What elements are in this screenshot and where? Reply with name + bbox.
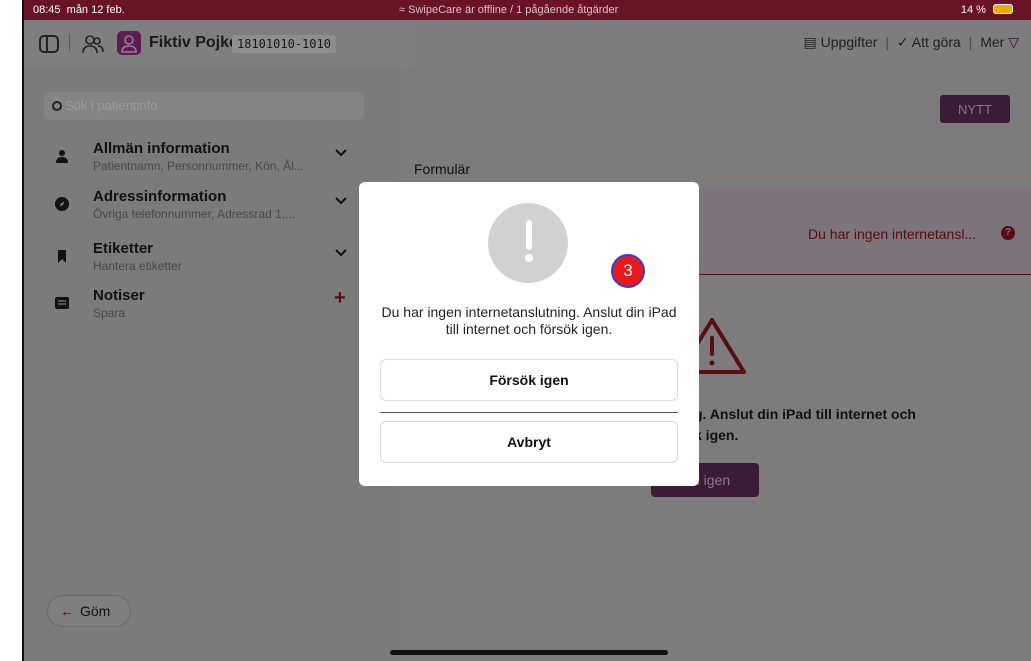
sidebar-item-subtitle: Övriga telefonnummer, Adressrad 1,... — [93, 207, 296, 221]
sidebar-item-subtitle: Hantera etiketter — [93, 259, 182, 273]
sidebar-toggle-icon[interactable] — [38, 33, 60, 55]
search-placeholder: Sök i patientinfo — [65, 98, 158, 113]
app-window: 08:45 mån 12 feb. ≈ SwipeCare är offline… — [24, 0, 1031, 661]
compass-icon — [55, 197, 69, 211]
sidebar-item-address[interactable]: Adressinformation Övriga telefonnummer, … — [54, 188, 354, 232]
person-icon — [56, 150, 68, 163]
todo-button[interactable]: Att göra — [912, 34, 961, 50]
hide-sidebar-button[interactable]: ← Göm — [48, 596, 130, 626]
sidebar-item-title: Etiketter — [93, 240, 154, 257]
patient-name[interactable]: Fiktiv Pojke — [149, 34, 238, 52]
person-icon — [121, 35, 137, 53]
connection-status: SwipeCare är offline / 1 pågående åtgärd… — [408, 4, 619, 16]
add-icon[interactable]: + — [334, 287, 346, 310]
sidebar-item-title: Allmän information — [93, 140, 230, 157]
frame-edge — [0, 0, 24, 661]
sidebar-item-subtitle: Spara — [93, 306, 126, 320]
more-button[interactable]: Mer — [980, 34, 1004, 50]
header-patient-section: Fiktiv Pojke 18101010-1010 — [24, 20, 414, 68]
bookmark-icon — [58, 250, 66, 263]
status-bar: 08:45 mån 12 feb. ≈ SwipeCare är offline… — [24, 0, 1031, 20]
hide-label: Göm — [80, 603, 111, 619]
patients-icon[interactable] — [82, 33, 104, 55]
home-indicator — [390, 650, 668, 655]
notes-icon — [55, 297, 69, 309]
offline-dialog: 3 Du har ingen internetanslutning. Anslu… — [359, 182, 699, 486]
offline-message: g. Anslut din iPad till internet och k i… — [694, 406, 916, 443]
checkmark-circle-icon: ✓ — [896, 34, 909, 50]
question-icon: ? — [1001, 226, 1015, 240]
tasks-icon: ▤ — [803, 34, 817, 50]
arrow-left-icon: ← — [60, 603, 74, 619]
patient-sidebar: Sök i patientinfo Allmän information Pat… — [24, 68, 394, 661]
chevron-down-icon[interactable]: ▽ — [1008, 34, 1019, 50]
battery-level: 14 % — [960, 4, 986, 16]
patient-avatar[interactable] — [117, 31, 141, 55]
sidebar-item-title: Notiser — [93, 287, 145, 304]
sidebar-item-notes[interactable]: Notiser Spara + — [54, 287, 354, 331]
sidebar-item-title: Adressinformation — [93, 188, 227, 205]
app-header: Fiktiv Pojke 18101010-1010 ▤ Uppgifter |… — [24, 20, 1031, 68]
chevron-down-icon[interactable] — [334, 194, 348, 208]
section-title: Formulär — [414, 161, 471, 177]
sidebar-item-labels[interactable]: Etiketter Hantera etiketter — [54, 240, 354, 284]
status-date: mån 12 feb. — [66, 4, 125, 16]
error-message: Du har ingen internetansl... — [808, 226, 977, 242]
chevron-down-icon[interactable] — [334, 146, 348, 160]
tasks-button[interactable]: Uppgifter — [821, 34, 878, 50]
dialog-divider — [380, 412, 678, 413]
search-input[interactable]: Sök i patientinfo — [44, 92, 364, 120]
status-time: 08:45 — [33, 4, 61, 16]
dialog-message: Du har ingen internetanslutning. Anslut … — [381, 304, 677, 337]
wifi-icon: ≈ — [399, 4, 406, 16]
search-icon — [52, 101, 62, 111]
cancel-button[interactable]: Avbryt — [380, 421, 678, 463]
chevron-down-icon[interactable] — [334, 246, 348, 260]
retry-button[interactable]: Försök igen — [380, 359, 678, 401]
sidebar-item-subtitle: Patientnamn, Personnummer, Kön, Ål... — [93, 159, 304, 173]
sidebar-item-general-info[interactable]: Allmän information Patientnamn, Personnu… — [54, 140, 354, 184]
new-button[interactable]: NYTT — [940, 95, 1010, 123]
exclamation-icon — [488, 203, 568, 283]
step-badge: 3 — [611, 254, 645, 288]
header-divider — [69, 34, 70, 52]
header-actions: ▤ Uppgifter | ✓ Att göra | Mer ▽ — [803, 34, 1019, 50]
battery-charging-icon — [993, 4, 1013, 14]
patient-id: 18101010-1010 — [232, 35, 336, 53]
